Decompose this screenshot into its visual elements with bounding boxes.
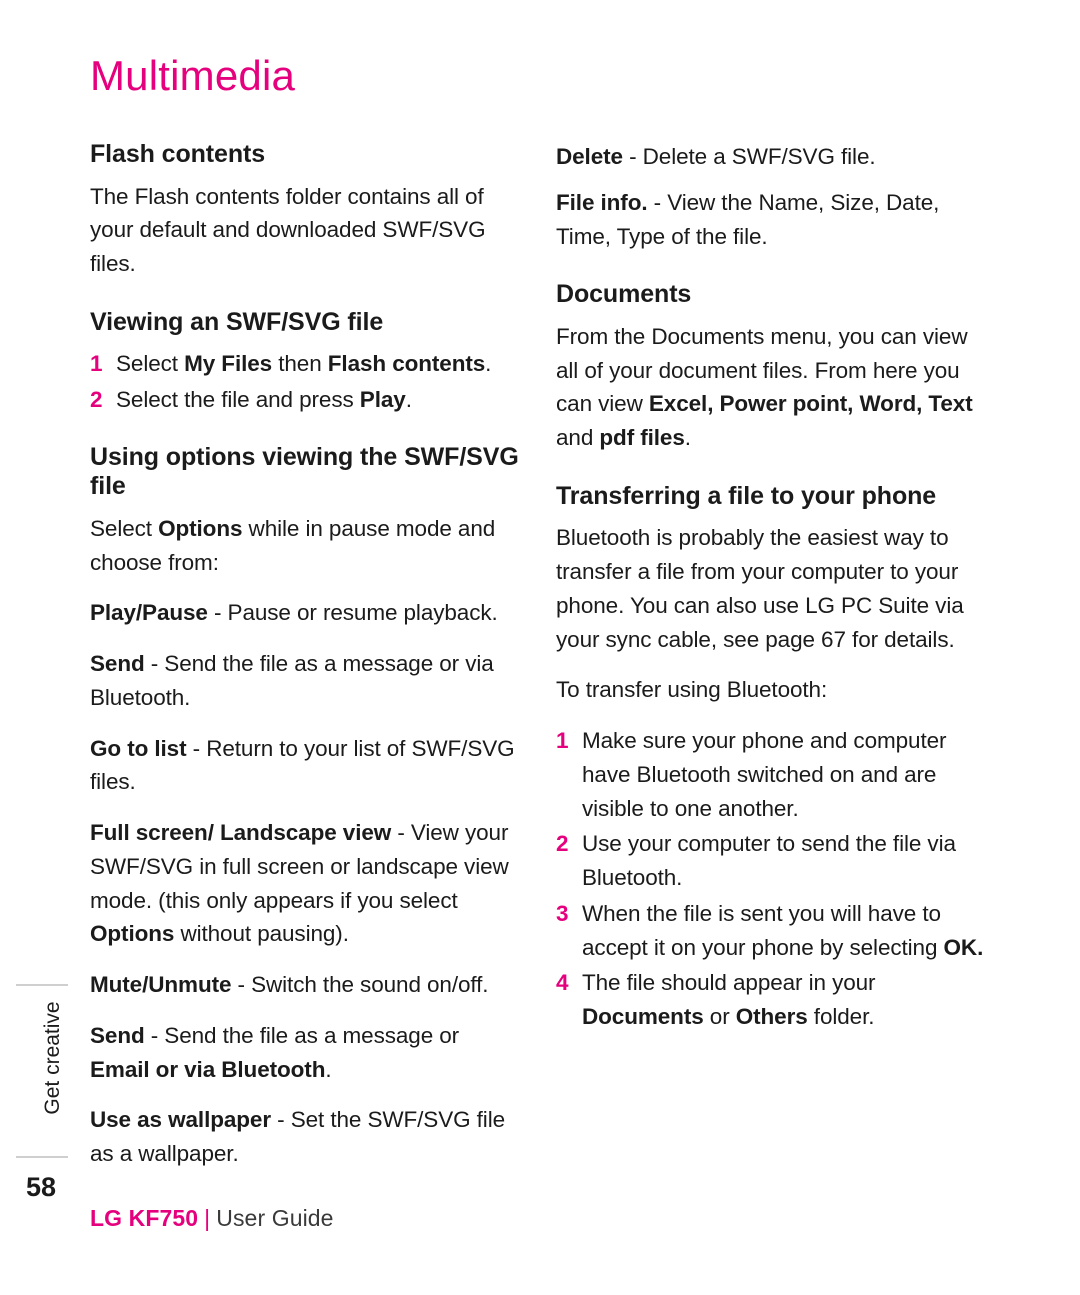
- document-page: Multimedia Flash contents The Flash cont…: [0, 0, 1080, 1295]
- option-term-2: Options: [90, 921, 175, 947]
- option-file-info: File info. - View the Name, Size, Date, …: [556, 186, 986, 254]
- left-column: Flash contents The Flash contents folder…: [90, 140, 520, 1188]
- option-mute-unmute: Mute/Unmute - Switch the sound on/off.: [90, 968, 520, 1002]
- step-text-pre: Select: [116, 351, 185, 377]
- option-use-as-wallpaper: Use as wallpaper - Set the SWF/SVG file …: [90, 1103, 520, 1171]
- step-bold-tail-2: Others: [735, 1004, 808, 1029]
- page-number: 58: [26, 1172, 57, 1202]
- list-item: 2 Select the file and press Play.: [90, 383, 520, 417]
- option-desc-2: .: [325, 1056, 332, 1082]
- step-text: When the file is sent you will have to a…: [582, 900, 944, 960]
- list-item: 4 The file should appear in your Document…: [556, 966, 986, 1034]
- option-term: Use as wallpaper: [90, 1107, 271, 1133]
- step-number: 1: [556, 728, 569, 753]
- option-term: File info.: [556, 189, 648, 215]
- option-term-2: Email or via Bluetooth: [90, 1056, 326, 1082]
- step-number: 3: [556, 900, 569, 926]
- option-term: Send: [90, 651, 145, 676]
- step-number: 2: [90, 387, 103, 412]
- step-text-mid: then: [272, 351, 328, 377]
- option-term: Go to list: [90, 735, 187, 761]
- intro-bold: Options: [158, 515, 243, 541]
- list-item: 1 Select My Files then Flash contents.: [90, 347, 520, 381]
- step-text: Make sure your phone and computer have B…: [582, 728, 947, 821]
- list-viewing-steps: 1 Select My Files then Flash contents. 2S…: [90, 347, 520, 417]
- paragraph-transfer-bluetooth: To transfer using Bluetooth:: [556, 677, 828, 703]
- option-desc-2: without pausing).: [174, 921, 349, 947]
- footer-model: LG KF750: [90, 1205, 199, 1231]
- option-play-pause: Play/Pause - Pause or resume playback.: [90, 596, 520, 630]
- option-send-2: Send - Send the file as a message or Ema…: [90, 1019, 520, 1087]
- footer-separator: |: [204, 1205, 211, 1231]
- doc-post: .: [684, 425, 691, 450]
- list-transfer-steps: 1 Make sure your phone and computer have …: [556, 724, 986, 1034]
- step-number: 2: [556, 831, 569, 857]
- option-delete: Delete - Delete a SWF/SVG file.: [556, 140, 986, 174]
- option-desc: - Pause or resume playback.: [207, 600, 498, 626]
- option-term: Mute/Unmute: [90, 972, 232, 997]
- option-term: Delete: [556, 144, 623, 169]
- heading-viewing-swf: Viewing an SWF/SVG file: [90, 307, 384, 336]
- step-bold-1: My Files: [184, 351, 273, 377]
- option-go-to-list: Go to list - Return to your list of SWF/…: [90, 732, 520, 800]
- option-term: Full screen/ Landscape view: [90, 820, 392, 845]
- paragraph-using-options-intro: Select Options while in pause mode and c…: [90, 512, 520, 580]
- side-tab-rule-bottom: [16, 1156, 68, 1158]
- side-tab-label: Get creative: [41, 1001, 64, 1115]
- step-text-post: folder.: [807, 1004, 875, 1029]
- doc-bold-end: pdf files: [599, 425, 685, 450]
- heading-documents: Documents: [556, 280, 692, 309]
- footer: LG KF750 | User Guide: [90, 1205, 334, 1232]
- option-desc: - Delete a SWF/SVG file.: [622, 144, 876, 169]
- step-text: The file should appear in your: [582, 970, 876, 996]
- footer-guide: User Guide: [216, 1205, 334, 1231]
- step-number: 1: [90, 351, 103, 377]
- step-text-mid: or: [703, 1004, 736, 1029]
- step-number: 4: [556, 970, 569, 996]
- option-send-1: Send - Send the file as a message or via…: [90, 647, 520, 715]
- option-term: Send: [90, 1022, 145, 1048]
- step-bold-1: Play: [359, 387, 406, 412]
- step-text-post: .: [485, 351, 492, 377]
- step-text: Use your computer to send the file via B…: [582, 831, 956, 890]
- list-item: 2 Use your computer to send the file via …: [556, 827, 986, 895]
- right-column: Delete - Delete a SWF/SVG file. File inf…: [556, 140, 986, 1050]
- heading-transferring: Transferring a file to your phone: [556, 481, 937, 510]
- list-item: 1 Make sure your phone and computer have …: [556, 724, 986, 825]
- doc-mid: and: [556, 425, 600, 450]
- step-bold-tail: OK.: [943, 934, 984, 960]
- option-desc: - Switch the sound on/off.: [231, 972, 489, 997]
- doc-bold-list: Excel, Power point, Word, Text: [648, 391, 973, 417]
- option-desc: - Send the file as a message or via Blue…: [90, 651, 494, 710]
- option-desc: - Send the file as a message or: [144, 1022, 460, 1048]
- list-item: 3 When the file is sent you will have to …: [556, 897, 986, 965]
- page-title: Multimedia: [90, 52, 296, 99]
- paragraph-flash-contents: The Flash contents folder contains all o…: [90, 183, 486, 277]
- step-text-post: .: [405, 387, 412, 412]
- heading-using-options: Using options viewing the SWF/SVG file: [90, 442, 519, 501]
- side-tab: Get creative: [22, 990, 64, 1150]
- step-bold-2: Flash contents: [327, 351, 486, 377]
- paragraph-transferring: Bluetooth is probably the easiest way to…: [556, 525, 964, 652]
- intro-pre: Select: [90, 515, 159, 541]
- step-text-pre: Select the file and press: [116, 387, 360, 412]
- option-full-screen: Full screen/ Landscape view - View your …: [90, 816, 520, 951]
- option-term: Play/Pause: [90, 600, 208, 626]
- step-bold-tail: Documents: [582, 1004, 704, 1029]
- heading-flash-contents: Flash contents: [90, 140, 266, 168]
- paragraph-documents: From the Documents menu, you can view al…: [556, 320, 986, 455]
